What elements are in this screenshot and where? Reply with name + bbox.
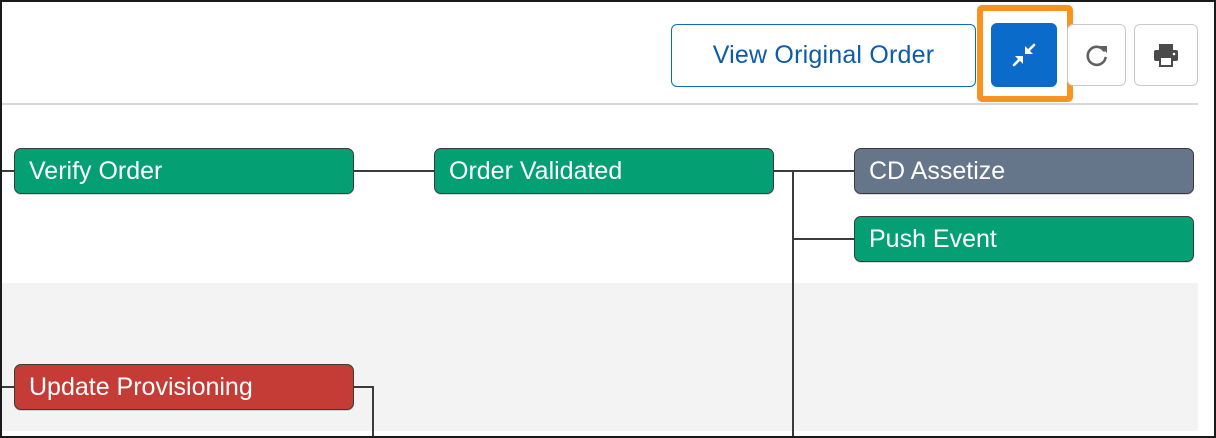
connector-validated-out [772,170,855,172]
orchestration-plan-panel: View Original Order Verify Order Order V… [0,0,1216,438]
refresh-icon [1085,45,1107,67]
flow-node-cd-assetize[interactable]: CD Assetize [854,148,1194,194]
toolbar-divider [2,103,1198,105]
connector-update-provisioning-down [372,386,374,436]
connector-to-push-event [792,238,855,240]
flow-node-update-provisioning[interactable]: Update Provisioning [14,364,354,410]
collapse-arrows-icon [1012,43,1036,67]
printer-icon [1154,44,1178,67]
connector-verify-to-validated [352,170,435,172]
view-original-order-button[interactable]: View Original Order [671,24,976,87]
flow-node-push-event[interactable]: Push Event [854,216,1194,262]
connector-into-update-provisioning [2,386,14,388]
connector-into-verify-order [2,170,14,172]
connector-branch-vertical [792,170,794,436]
connector-update-provisioning-out [352,386,373,388]
print-button[interactable] [1134,24,1198,86]
flow-node-order-validated[interactable]: Order Validated [434,148,774,194]
collapse-button[interactable] [991,23,1057,87]
flow-node-verify-order[interactable]: Verify Order [14,148,354,194]
refresh-button[interactable] [1067,24,1126,86]
